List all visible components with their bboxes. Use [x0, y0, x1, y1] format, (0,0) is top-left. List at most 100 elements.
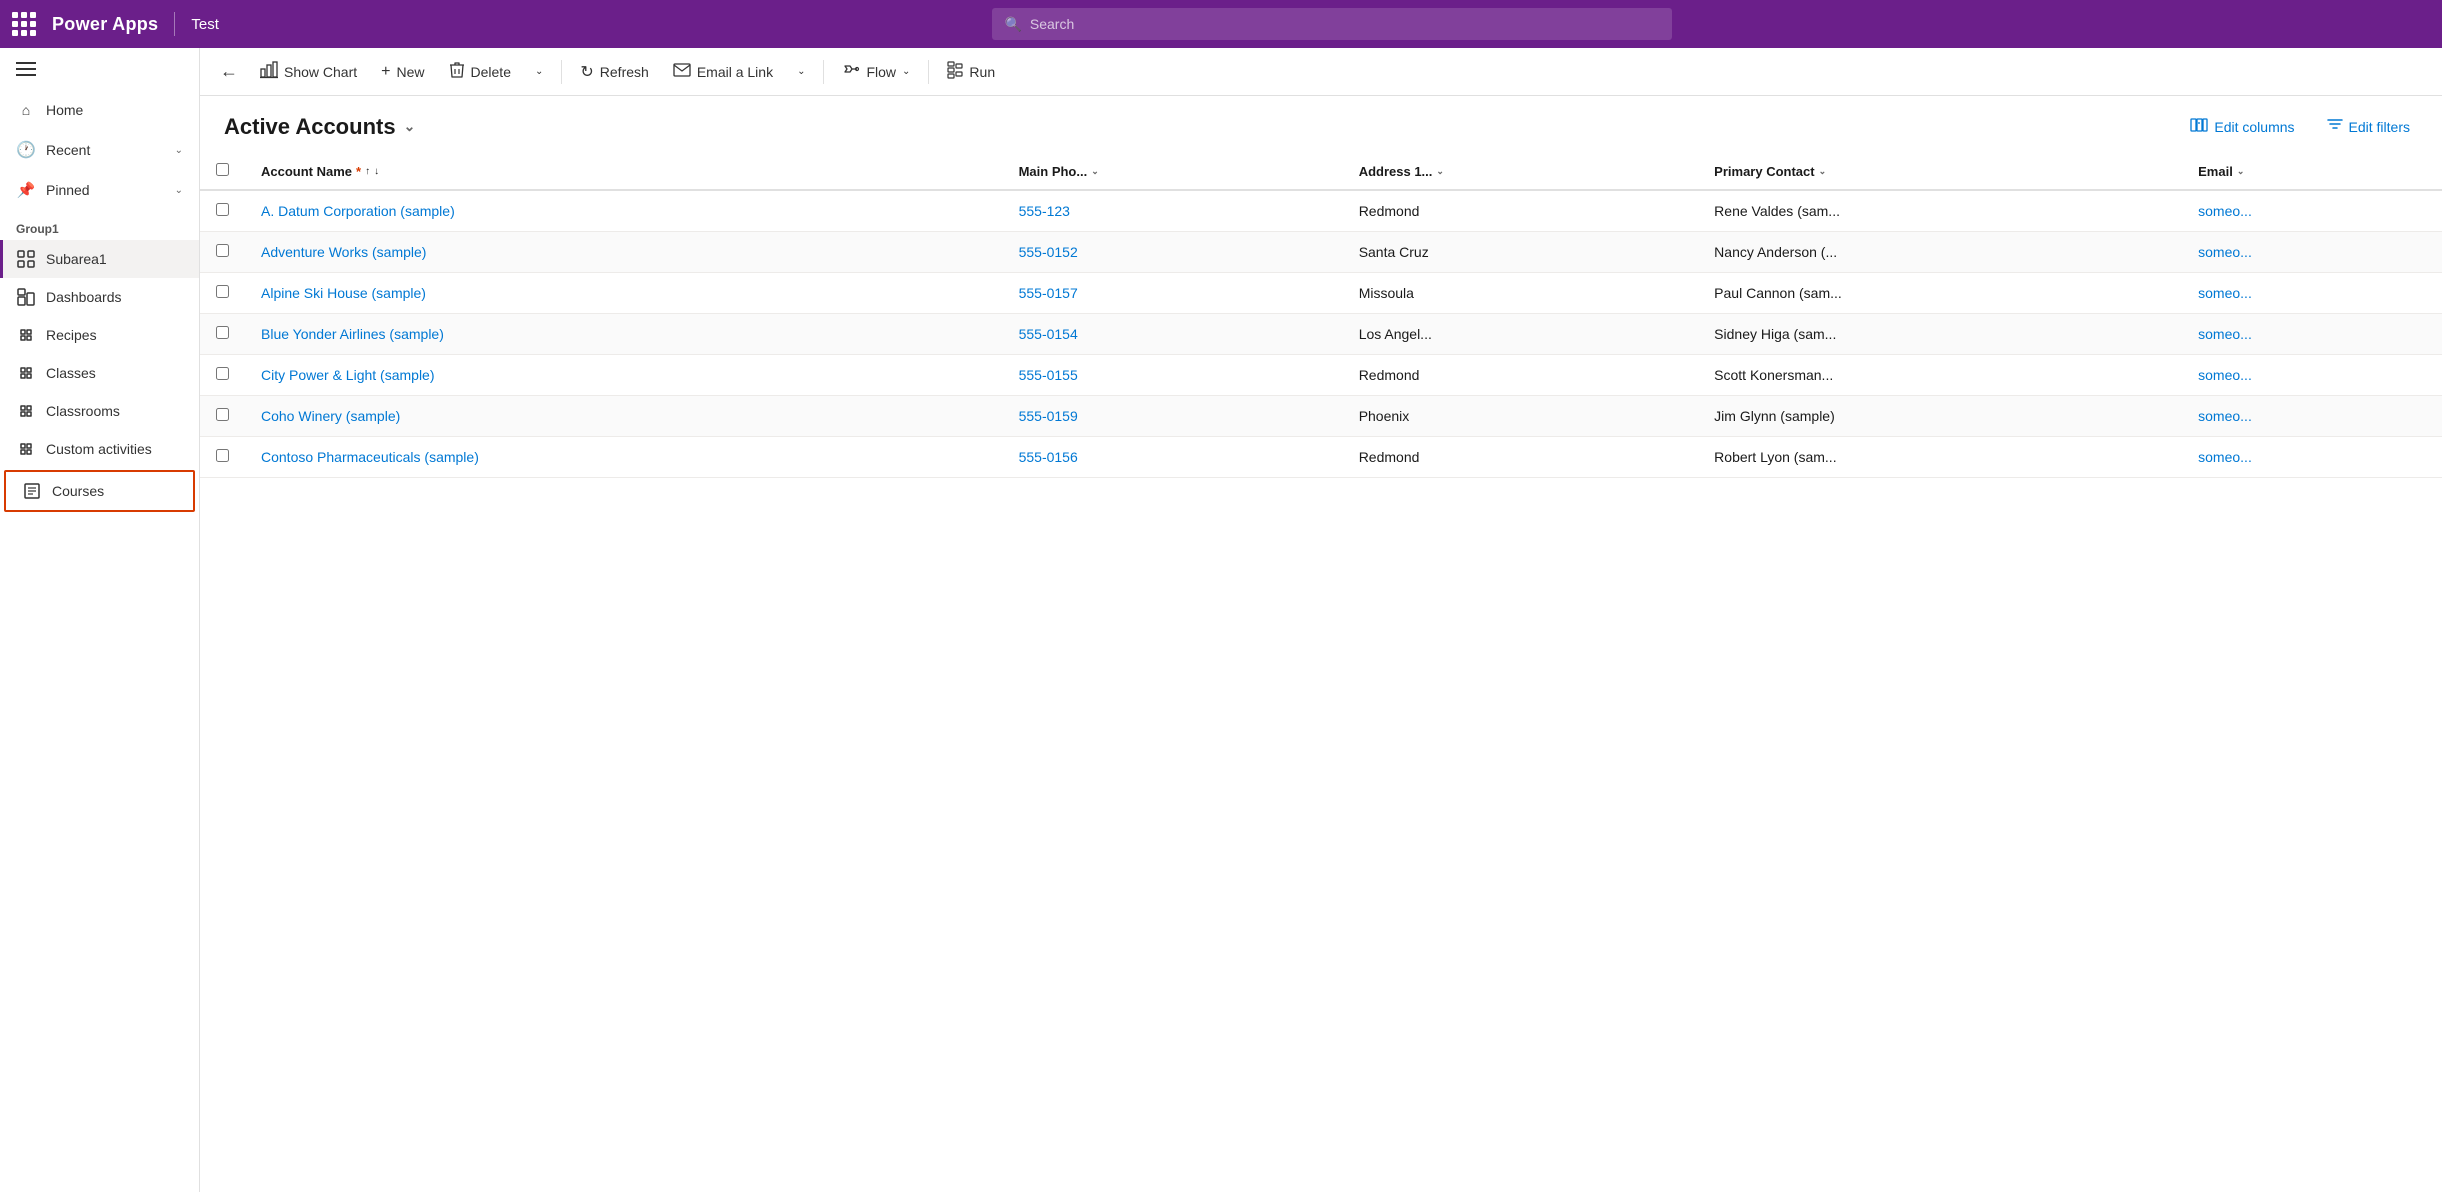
row-checkbox[interactable] — [216, 285, 229, 298]
primary-contact-chevron-icon[interactable]: ⌄ — [1819, 166, 1827, 177]
back-button[interactable]: ← — [212, 55, 246, 88]
recent-icon: 🕐 — [16, 140, 36, 160]
sidebar-home-label: Home — [46, 102, 183, 118]
account-name-cell[interactable]: City Power & Light (sample) — [245, 355, 1003, 396]
email-cell[interactable]: someo... — [2182, 273, 2442, 314]
main-phone-cell[interactable]: 555-0155 — [1003, 355, 1343, 396]
sidebar-classes-label: Classes — [46, 365, 96, 381]
pin-icon: 📌 — [16, 180, 36, 200]
header-primary-contact[interactable]: Primary Contact ⌄ — [1698, 153, 2182, 190]
sidebar-item-recent[interactable]: 🕐 Recent ⌄ — [0, 130, 199, 170]
table-container: Account Name * ↑ ↓ Main Pho... ⌄ — [200, 153, 2442, 1192]
email-cell[interactable]: someo... — [2182, 190, 2442, 232]
address-chevron-icon[interactable]: ⌄ — [1436, 166, 1444, 177]
search-input[interactable] — [1030, 16, 1661, 32]
sidebar-item-dashboards[interactable]: Dashboards — [0, 278, 199, 316]
sidebar-item-pinned[interactable]: 📌 Pinned ⌄ — [0, 170, 199, 210]
account-name-cell[interactable]: Coho Winery (sample) — [245, 396, 1003, 437]
primary-contact-col-label: Primary Contact — [1714, 164, 1814, 179]
email-cell[interactable]: someo... — [2182, 437, 2442, 478]
table-row[interactable]: Blue Yonder Airlines (sample) 555-0154 L… — [200, 314, 2442, 355]
sidebar-item-home[interactable]: ⌂ Home — [0, 90, 199, 130]
primary-contact-cell: Rene Valdes (sam... — [1698, 190, 2182, 232]
table-row[interactable]: Alpine Ski House (sample) 555-0157 Misso… — [200, 273, 2442, 314]
account-name-cell[interactable]: Blue Yonder Airlines (sample) — [245, 314, 1003, 355]
delete-dropdown-button[interactable]: ⌄ — [525, 60, 553, 83]
account-name-cell[interactable]: Alpine Ski House (sample) — [245, 273, 1003, 314]
primary-contact-cell: Sidney Higa (sam... — [1698, 314, 2182, 355]
sort-asc-icon[interactable]: ↑ — [365, 166, 370, 177]
header-main-phone[interactable]: Main Pho... ⌄ — [1003, 153, 1343, 190]
accounts-table: Account Name * ↑ ↓ Main Pho... ⌄ — [200, 153, 2442, 478]
main-layout: ⌂ Home 🕐 Recent ⌄ 📌 Pinned ⌄ Group1 Suba… — [0, 48, 2442, 1192]
row-checkbox[interactable] — [216, 244, 229, 257]
dashboards-icon — [16, 287, 36, 307]
table-row[interactable]: Adventure Works (sample) 555-0152 Santa … — [200, 232, 2442, 273]
sidebar-item-recipes[interactable]: Recipes — [0, 316, 199, 354]
row-checkbox-cell — [200, 190, 245, 232]
app-title: Power Apps — [52, 14, 158, 35]
view-title-chevron-icon[interactable]: ⌄ — [404, 118, 416, 135]
email-cell[interactable]: someo... — [2182, 396, 2442, 437]
account-name-cell[interactable]: Contoso Pharmaceuticals (sample) — [245, 437, 1003, 478]
sidebar-pinned-label: Pinned — [46, 182, 165, 198]
account-name-cell[interactable]: Adventure Works (sample) — [245, 232, 1003, 273]
new-button[interactable]: + New — [371, 57, 434, 87]
header-account-name[interactable]: Account Name * ↑ ↓ — [245, 153, 1003, 190]
app-launcher-button[interactable] — [12, 12, 36, 36]
main-phone-cell[interactable]: 555-0154 — [1003, 314, 1343, 355]
delete-chevron-icon: ⌄ — [535, 66, 543, 77]
address-cell: Redmond — [1343, 190, 1698, 232]
row-checkbox[interactable] — [216, 408, 229, 421]
row-checkbox[interactable] — [216, 367, 229, 380]
table-row[interactable]: A. Datum Corporation (sample) 555-123 Re… — [200, 190, 2442, 232]
content-area: ← Show Chart + New Delete ⌄ — [200, 48, 2442, 1192]
sidebar-item-classes[interactable]: Classes — [0, 354, 199, 392]
header-email[interactable]: Email ⌄ — [2182, 153, 2442, 190]
email-dropdown-button[interactable]: ⌄ — [787, 60, 815, 83]
main-phone-cell[interactable]: 555-123 — [1003, 190, 1343, 232]
row-checkbox[interactable] — [216, 326, 229, 339]
sidebar-courses-label: Courses — [52, 483, 104, 499]
email-chevron-icon[interactable]: ⌄ — [2237, 166, 2245, 177]
sidebar-item-subarea1[interactable]: Subarea1 — [0, 240, 199, 278]
delete-button[interactable]: Delete — [439, 55, 521, 88]
main-phone-cell[interactable]: 555-0156 — [1003, 437, 1343, 478]
email-chevron-icon: ⌄ — [797, 66, 805, 77]
edit-filters-button[interactable]: Edit filters — [2319, 113, 2418, 140]
row-checkbox[interactable] — [216, 449, 229, 462]
view-header: Active Accounts ⌄ Edit columns Edit filt… — [200, 96, 2442, 153]
toolbar: ← Show Chart + New Delete ⌄ — [200, 48, 2442, 96]
run-button[interactable]: Run — [937, 55, 1005, 88]
sidebar-item-classrooms[interactable]: Classrooms — [0, 392, 199, 430]
email-cell[interactable]: someo... — [2182, 232, 2442, 273]
main-phone-cell[interactable]: 555-0157 — [1003, 273, 1343, 314]
sort-desc-icon[interactable]: ↓ — [374, 166, 379, 177]
new-label: New — [397, 64, 425, 80]
show-chart-button[interactable]: Show Chart — [250, 55, 367, 88]
email-link-button[interactable]: Email a Link — [663, 57, 783, 86]
select-all-checkbox[interactable] — [216, 163, 229, 176]
table-row[interactable]: Contoso Pharmaceuticals (sample) 555-015… — [200, 437, 2442, 478]
header-address[interactable]: Address 1... ⌄ — [1343, 153, 1698, 190]
refresh-button[interactable]: ↻ Refresh — [570, 56, 658, 88]
edit-filters-label: Edit filters — [2349, 119, 2410, 135]
run-icon — [947, 61, 963, 82]
row-checkbox[interactable] — [216, 203, 229, 216]
email-cell[interactable]: someo... — [2182, 355, 2442, 396]
row-checkbox-cell — [200, 355, 245, 396]
top-bar: Power Apps Test 🔍 — [0, 0, 2442, 48]
table-row[interactable]: City Power & Light (sample) 555-0155 Red… — [200, 355, 2442, 396]
account-name-cell[interactable]: A. Datum Corporation (sample) — [245, 190, 1003, 232]
main-phone-chevron-icon[interactable]: ⌄ — [1091, 166, 1099, 177]
sidebar-item-courses[interactable]: Courses — [4, 470, 195, 512]
flow-button[interactable]: Flow ⌄ — [832, 55, 920, 88]
main-phone-cell[interactable]: 555-0159 — [1003, 396, 1343, 437]
sidebar: ⌂ Home 🕐 Recent ⌄ 📌 Pinned ⌄ Group1 Suba… — [0, 48, 200, 1192]
main-phone-cell[interactable]: 555-0152 — [1003, 232, 1343, 273]
edit-columns-button[interactable]: Edit columns — [2182, 112, 2302, 141]
email-cell[interactable]: someo... — [2182, 314, 2442, 355]
table-row[interactable]: Coho Winery (sample) 555-0159 Phoenix Ji… — [200, 396, 2442, 437]
hamburger-menu-button[interactable] — [0, 48, 199, 90]
sidebar-item-custom-activities[interactable]: Custom activities — [0, 430, 199, 468]
